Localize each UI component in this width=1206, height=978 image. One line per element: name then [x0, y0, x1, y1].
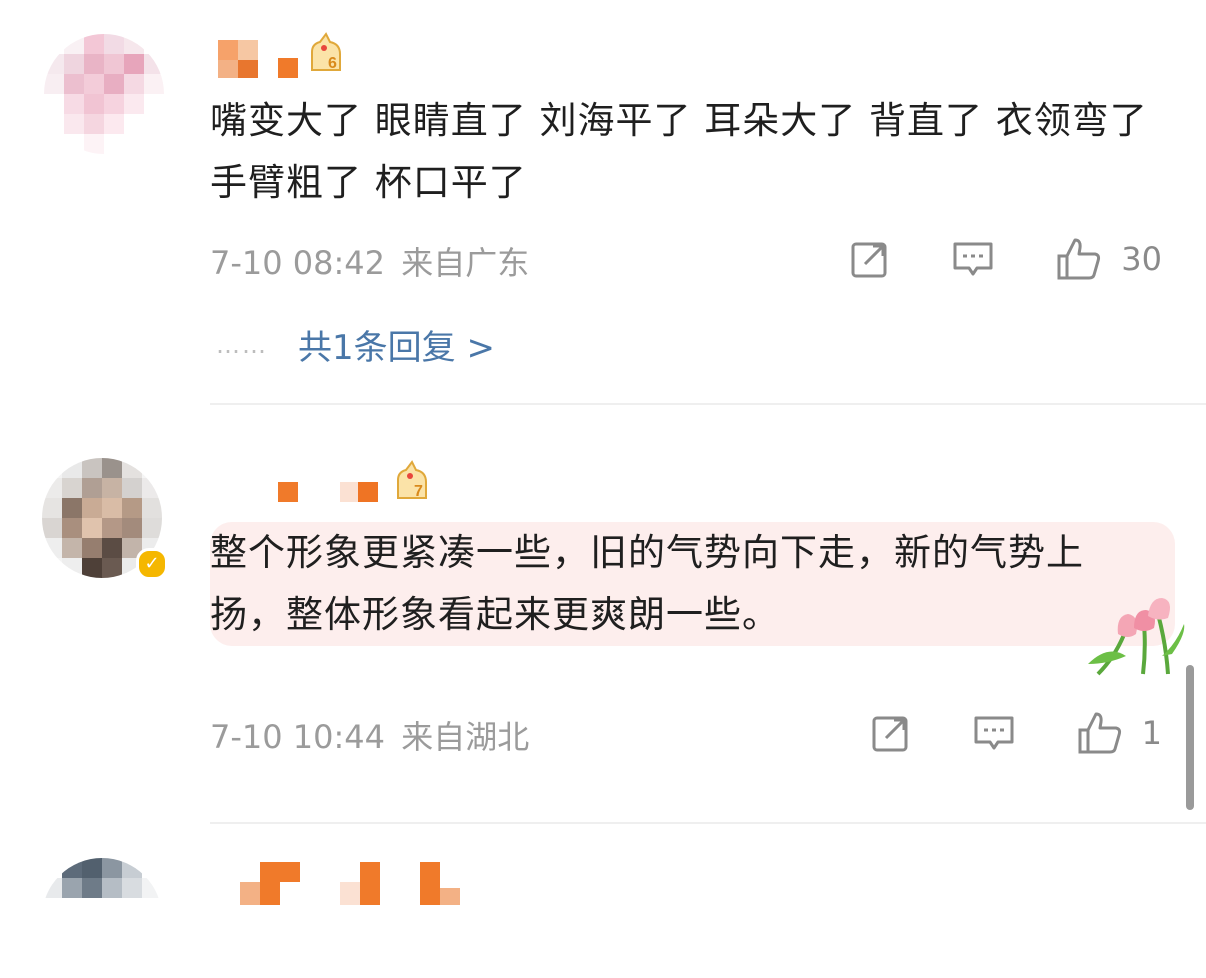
replies-label: 共1条回复 > — [298, 328, 495, 368]
comment-1: 6 嘴变大了 眼睛直了 刘海平了 耳朵大了 背直了 衣领弯了 手臂粗了 杯口平了… — [0, 0, 1206, 405]
comment-button[interactable] — [972, 712, 1016, 754]
comment-3-partial — [0, 840, 1206, 905]
comment-meta: 7-10 08:42 来自广东 — [210, 238, 529, 284]
comment-icon — [974, 716, 1014, 750]
level-number: 7 — [414, 483, 423, 500]
share-icon — [851, 242, 887, 278]
comment-time: 7-10 08:42 — [210, 244, 386, 282]
like-button[interactable]: 1 — [1076, 710, 1162, 756]
like-button[interactable]: 30 — [1055, 236, 1162, 282]
username-redacted[interactable] — [240, 862, 480, 905]
share-button[interactable] — [849, 238, 891, 280]
comment-location: 来自湖北 — [401, 718, 530, 756]
view-replies-link[interactable]: …… 共1条回复 > — [216, 320, 495, 369]
replies-dots: …… — [216, 330, 268, 359]
comment-2: ✓ 7 整个形象更紧凑一些，旧的气势向下走，新的气势上扬，整体形象看起来更爽朗一… — [0, 420, 1206, 820]
scrollbar[interactable] — [1186, 665, 1194, 810]
like-icon — [1078, 712, 1121, 754]
comment-text-highlighted[interactable]: 整个形象更紧凑一些，旧的气势向下走，新的气势上扬，整体形象看起来更爽朗一些。 — [210, 522, 1175, 646]
like-count: 30 — [1121, 240, 1162, 278]
tulip-sticker — [1088, 594, 1188, 682]
level-number: 6 — [328, 55, 337, 72]
comment-location: 来自广东 — [401, 244, 530, 282]
avatar[interactable] — [42, 858, 162, 978]
comment-time: 7-10 10:44 — [210, 718, 386, 756]
comment-actions: 30 — [849, 236, 1162, 282]
divider — [210, 403, 1206, 405]
verified-badge: ✓ — [136, 548, 168, 580]
comment-actions: 1 — [870, 710, 1162, 756]
divider — [210, 822, 1206, 824]
avatar[interactable] — [44, 34, 164, 154]
level-badge-icon: 7 — [392, 458, 432, 506]
username-redacted[interactable] — [260, 480, 390, 504]
share-button[interactable] — [870, 712, 912, 754]
comment-icon — [953, 242, 993, 276]
comment-meta: 7-10 10:44 来自湖北 — [210, 712, 529, 758]
like-icon — [1057, 238, 1101, 280]
like-count: 1 — [1141, 714, 1162, 752]
comment-button[interactable] — [951, 238, 995, 280]
share-icon — [872, 716, 908, 752]
level-badge-icon: 6 — [306, 30, 346, 78]
comment-text[interactable]: 嘴变大了 眼睛直了 刘海平了 耳朵大了 背直了 衣领弯了 手臂粗了 杯口平了 — [210, 90, 1170, 214]
